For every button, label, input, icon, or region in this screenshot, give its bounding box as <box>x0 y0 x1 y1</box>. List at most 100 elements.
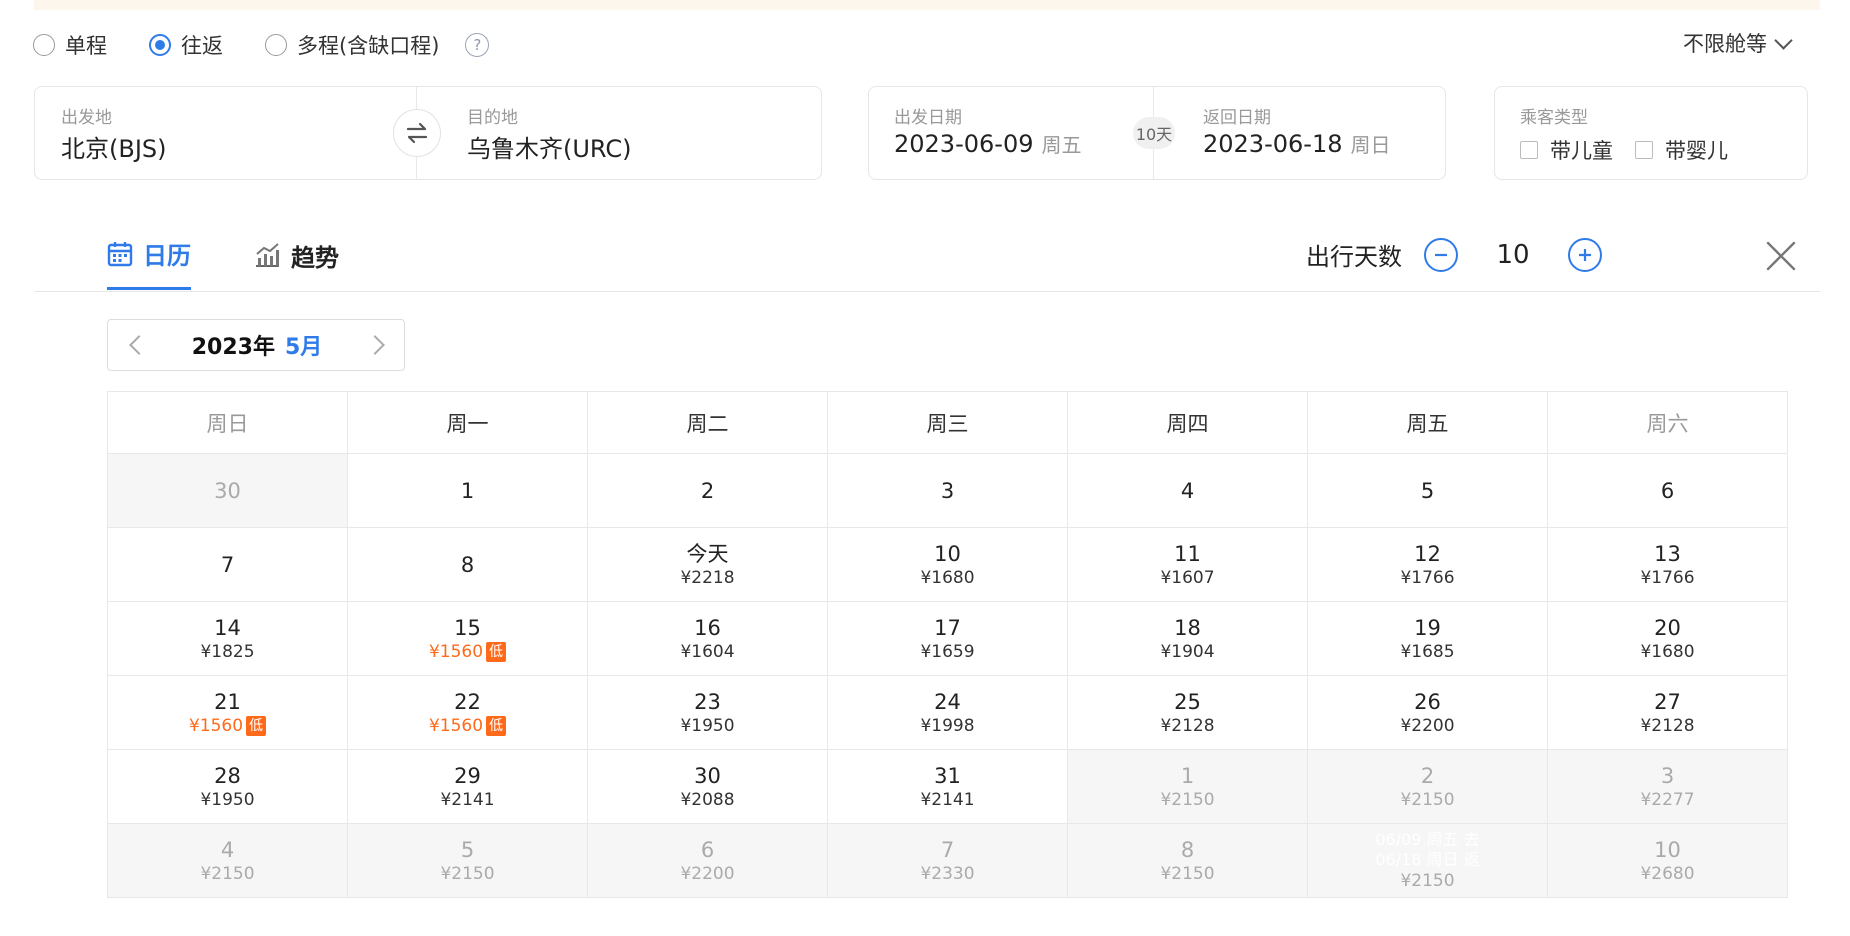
day-price: ¥1560 <box>428 715 484 736</box>
calendar-day-cell[interactable]: 19 ¥1685 <box>1307 601 1548 676</box>
day-price: ¥1604 <box>680 641 735 662</box>
swap-icon <box>406 122 428 144</box>
chevron-right-icon[interactable] <box>365 335 385 355</box>
calendar-day-cell[interactable]: 3 ¥2277 <box>1547 749 1788 824</box>
calendar-day-cell[interactable]: 7 ¥2330 <box>827 823 1068 898</box>
tab-trend[interactable]: 趋势 <box>253 236 339 290</box>
calendar-day-cell[interactable]: 15 ¥1560 低 <box>347 601 588 676</box>
plus-icon <box>1579 248 1591 261</box>
radio-one-way[interactable]: 单程 <box>33 30 107 60</box>
return-weekday: 周日 <box>1350 133 1391 157</box>
day-price: ¥1766 <box>1640 567 1695 588</box>
depart-weekday: 周五 <box>1041 133 1082 157</box>
day-price-row: ¥1680 <box>828 567 1067 589</box>
calendar-day-cell[interactable]: 1 ¥2150 <box>1067 749 1308 824</box>
day-price-row: ¥1659 <box>828 641 1067 663</box>
trend-chart-icon <box>256 243 279 267</box>
day-number: 6 <box>700 837 715 862</box>
calendar-day-cell[interactable]: 今天 ¥2218 <box>587 527 828 602</box>
calendar-day-cell[interactable]: 6 <box>1547 453 1788 528</box>
calendar-day-cell[interactable]: 10 ¥1680 <box>827 527 1068 602</box>
day-number: 23 <box>694 689 721 714</box>
day-number: 29 <box>454 763 481 788</box>
calendar-day-cell[interactable]: 5 <box>1307 453 1548 528</box>
day-number: 3 <box>1660 763 1675 788</box>
tab-calendar[interactable]: 日历 <box>107 236 191 290</box>
day-price: ¥1950 <box>680 715 735 736</box>
cabin-class-value: 不限舱等 <box>1683 32 1767 56</box>
calendar-day-cell[interactable]: 26 ¥2200 <box>1307 675 1548 750</box>
passenger-options: 带儿童 带婴儿 <box>1520 135 1750 165</box>
calendar-day-cell[interactable]: 5 ¥2150 <box>347 823 588 898</box>
calendar-day-cell[interactable]: 10 ¥2680 <box>1547 823 1788 898</box>
swap-cities-button[interactable] <box>393 109 441 157</box>
calendar-day-cell[interactable]: 13 ¥1766 <box>1547 527 1788 602</box>
calendar-day-cell[interactable]: 1 <box>347 453 588 528</box>
day-number: 5 <box>460 837 475 862</box>
calendar-day-cell[interactable]: 20 ¥1680 <box>1547 601 1788 676</box>
calendar-day-cell[interactable]: 31 ¥2141 <box>827 749 1068 824</box>
decrease-days-button[interactable] <box>1424 237 1458 272</box>
calendar-day-cell[interactable]: 2 ¥2150 <box>1307 749 1548 824</box>
calendar-day-cell[interactable]: 30 ¥2088 <box>587 749 828 824</box>
radio-multi-city[interactable]: 多程(含缺口程) <box>265 30 439 60</box>
close-icon[interactable] <box>1764 239 1798 273</box>
calendar-day-cell[interactable]: 23 ¥1950 <box>587 675 828 750</box>
day-price: ¥1680 <box>920 567 975 588</box>
return-date-value: 2023-06-18 周日 <box>1203 129 1390 158</box>
calendar-day-cell[interactable]: 4 <box>1067 453 1308 528</box>
calendar-day-cell[interactable]: 24 ¥1998 <box>827 675 1068 750</box>
passenger-type-label: 乘客类型 <box>1520 108 1588 128</box>
calendar-day-cell[interactable]: 22 ¥1560 低 <box>347 675 588 750</box>
day-price-row: ¥1950 <box>108 789 347 811</box>
checkbox-icon <box>1635 141 1653 159</box>
calendar-day-cell[interactable]: 16 ¥1604 <box>587 601 828 676</box>
trip-duration-badge: 10天 <box>1133 117 1175 149</box>
checkbox-icon <box>1520 141 1538 159</box>
help-icon[interactable]: ? <box>465 33 490 57</box>
day-price: ¥1560 <box>428 641 484 662</box>
calendar-day-cell[interactable]: 8 ¥2150 <box>1067 823 1308 898</box>
calendar-day-cell[interactable]: 6 ¥2200 <box>587 823 828 898</box>
calendar-day-cell[interactable]: 06/09 周五 去 06/18 周日 返 ¥2150 <box>1307 823 1548 898</box>
day-price-row: ¥2150 <box>108 863 347 885</box>
with-child-checkbox[interactable]: 带儿童 <box>1520 135 1613 165</box>
calendar-day-cell[interactable]: 28 ¥1950 <box>107 749 348 824</box>
calendar-day-cell[interactable]: 18 ¥1904 <box>1067 601 1308 676</box>
calendar-day-cell[interactable]: 29 ¥2141 <box>347 749 588 824</box>
destination-value: 乌鲁木齐(URC) <box>467 135 632 163</box>
day-number: 3 <box>940 478 955 503</box>
calendar-day-cell[interactable]: 25 ¥2128 <box>1067 675 1308 750</box>
day-number: 14 <box>214 615 241 640</box>
calendar-day-cell[interactable]: 8 <box>347 527 588 602</box>
day-number: 7 <box>940 837 955 862</box>
calendar-day-cell[interactable]: 4 ¥2150 <box>107 823 348 898</box>
calendar-day-cell[interactable]: 11 ¥1607 <box>1067 527 1308 602</box>
tabs-divider <box>34 291 1820 292</box>
chevron-down-icon <box>1774 30 1793 50</box>
calendar-day-cell[interactable]: 27 ¥2128 <box>1547 675 1788 750</box>
day-price: ¥2330 <box>920 863 975 884</box>
radio-round-trip[interactable]: 往返 <box>149 30 223 60</box>
cabin-class-select[interactable]: 不限舱等 <box>1683 28 1793 58</box>
day-price: ¥2150 <box>1160 863 1215 884</box>
calendar-day-cell[interactable]: 14 ¥1825 <box>107 601 348 676</box>
day-number: 15 <box>454 615 481 640</box>
day-price-row: ¥1950 <box>588 715 827 737</box>
with-infant-checkbox[interactable]: 带婴儿 <box>1635 135 1728 165</box>
day-price: ¥2150 <box>1160 789 1215 810</box>
calendar-day-cell[interactable]: 7 <box>107 527 348 602</box>
calendar-day-cell[interactable]: 2 <box>587 453 828 528</box>
calendar-day-cell[interactable]: 17 ¥1659 <box>827 601 1068 676</box>
day-number: 10 <box>1654 837 1681 862</box>
calendar-day-cell[interactable]: 12 ¥1766 <box>1307 527 1548 602</box>
depart-date-value: 2023-06-09 周五 <box>894 129 1081 158</box>
radio-selected-icon <box>149 34 171 56</box>
day-price-row: ¥1825 <box>108 641 347 663</box>
calendar-day-cell[interactable]: 21 ¥1560 低 <box>107 675 348 750</box>
calendar-day-cell[interactable]: 3 <box>827 453 1068 528</box>
increase-days-button[interactable] <box>1568 237 1602 272</box>
calendar-day-cell[interactable]: 30 <box>107 453 348 528</box>
day-price: ¥2141 <box>440 789 495 810</box>
day-price: ¥2141 <box>920 789 975 810</box>
